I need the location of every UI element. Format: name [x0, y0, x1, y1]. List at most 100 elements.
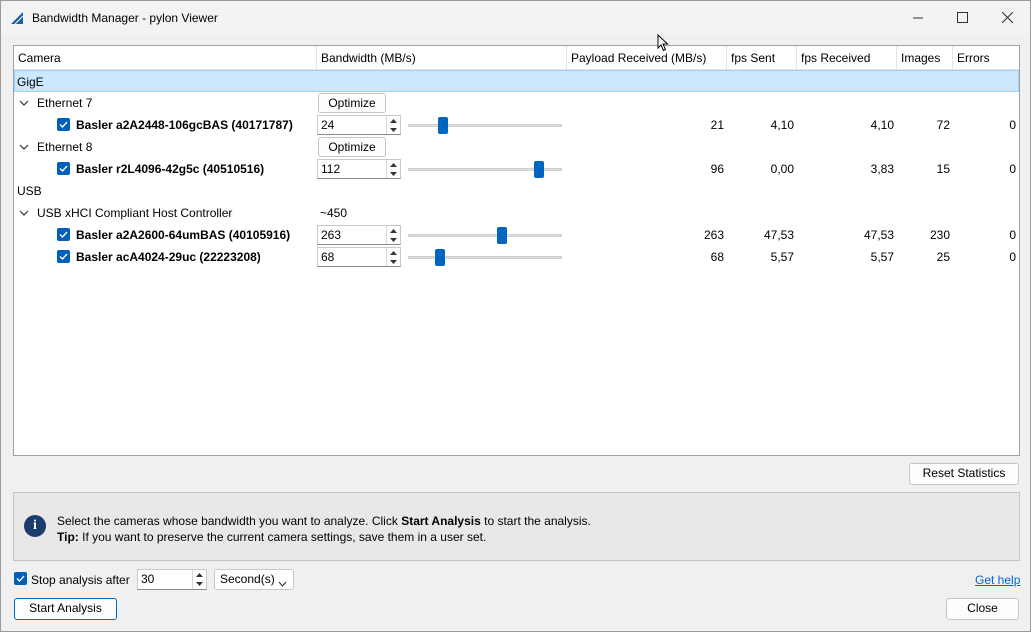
camera-checkbox[interactable] [57, 162, 70, 175]
bandwidth-slider[interactable] [408, 117, 562, 134]
slider-thumb[interactable] [437, 117, 448, 134]
adapter-row-usb-host-controller[interactable]: USB xHCI Compliant Host Controller ~450 [14, 202, 1019, 224]
bandwidth-value: 112 [321, 162, 341, 176]
spin-arrows[interactable] [386, 248, 400, 266]
payload-value: 21 [710, 118, 724, 132]
table-header: Camera Bandwidth (MB/s) Payload Received… [14, 46, 1019, 70]
spin-up-icon[interactable] [193, 570, 206, 579]
column-header-payload[interactable]: Payload Received (MB/s) [567, 46, 727, 70]
fps-received-value: 47,53 [863, 228, 894, 242]
fps-received-value: 3,83 [870, 162, 894, 176]
close-window-button[interactable] [984, 1, 1030, 34]
slider-thumb[interactable] [534, 161, 545, 178]
spin-down-icon[interactable] [387, 169, 400, 178]
title-bar: Bandwidth Manager - pylon Viewer [1, 1, 1030, 34]
camera-row[interactable]: Basler a2A2448-106gcBAS (40171787) 24 21… [14, 114, 1019, 136]
group-row-gige[interactable]: GigE [14, 70, 1019, 92]
spin-arrows[interactable] [386, 226, 400, 244]
window-title: Bandwidth Manager - pylon Viewer [32, 11, 218, 25]
tip-label: Tip: [57, 530, 79, 544]
minimize-button[interactable] [895, 1, 941, 34]
optimize-button[interactable]: Optimize [318, 93, 386, 113]
spin-arrows[interactable] [386, 160, 400, 178]
duration-spinbox[interactable]: 30 [137, 569, 207, 590]
spin-arrows[interactable] [192, 570, 206, 589]
adapter-row-ethernet-8[interactable]: Ethernet 8 Optimize [14, 136, 1019, 158]
column-header-fps-sent[interactable]: fps Sent [727, 46, 797, 70]
spin-down-icon[interactable] [387, 257, 400, 266]
chevron-down-icon[interactable] [17, 92, 31, 114]
tip-text: If you want to preserve the current came… [78, 530, 487, 544]
errors-value: 0 [1009, 162, 1016, 176]
duration-unit-select[interactable]: Second(s) [214, 569, 294, 590]
slider-thumb[interactable] [434, 249, 445, 266]
column-header-fps-received[interactable]: fps Received [797, 46, 897, 70]
get-help-link[interactable]: Get help [975, 573, 1020, 587]
reset-statistics-button[interactable]: Reset Statistics [909, 463, 1019, 485]
spin-down-icon[interactable] [387, 235, 400, 244]
spin-up-icon[interactable] [387, 226, 400, 235]
chevron-down-icon [278, 576, 287, 590]
errors-value: 0 [1009, 118, 1016, 132]
info-line-prefix: Select the cameras whose bandwidth you w… [57, 514, 402, 528]
group-row-usb[interactable]: USB [14, 180, 1019, 202]
images-value: 230 [929, 228, 950, 242]
spin-down-icon[interactable] [387, 125, 400, 134]
close-button[interactable]: Close [946, 598, 1019, 620]
bandwidth-slider[interactable] [408, 227, 562, 244]
payload-value: 96 [710, 162, 724, 176]
spin-up-icon[interactable] [387, 248, 400, 257]
column-header-bandwidth[interactable]: Bandwidth (MB/s) [317, 46, 567, 70]
bandwidth-slider[interactable] [408, 249, 562, 266]
bandwidth-spinbox[interactable]: 263 [317, 225, 401, 245]
maximize-button[interactable] [939, 1, 985, 34]
payload-value: 68 [710, 250, 724, 264]
chevron-down-icon[interactable] [17, 136, 31, 158]
bandwidth-value: 263 [321, 228, 342, 242]
info-line-suffix: to start the analysis. [480, 514, 591, 528]
start-analysis-label: Start Analysis [29, 601, 102, 615]
errors-value: 0 [1009, 228, 1016, 242]
duration-unit-value: Second(s) [220, 572, 275, 586]
camera-name: Basler a2A2600-64umBAS (40105916) [76, 228, 291, 242]
camera-row[interactable]: Basler a2A2600-64umBAS (40105916) 263 26… [14, 224, 1019, 246]
bandwidth-value: 24 [321, 118, 335, 132]
column-header-images[interactable]: Images [897, 46, 953, 70]
camera-row[interactable]: Basler acA4024-29uc (22223208) 68 68 5,5… [14, 246, 1019, 268]
adapter-label: Ethernet 8 [37, 140, 93, 154]
camera-name: Basler a2A2448-106gcBAS (40171787) [76, 118, 293, 132]
adapter-label: Ethernet 7 [37, 96, 93, 110]
bandwidth-slider[interactable] [408, 161, 562, 178]
spin-up-icon[interactable] [387, 116, 400, 125]
adapter-row-ethernet-7[interactable]: Ethernet 7 Optimize [14, 92, 1019, 114]
start-analysis-button[interactable]: Start Analysis [14, 598, 117, 620]
camera-checkbox[interactable] [57, 118, 70, 131]
column-header-camera[interactable]: Camera [14, 46, 317, 70]
stop-analysis-checkbox[interactable] [14, 572, 27, 585]
camera-row[interactable]: Basler r2L4096-42g5c (40510516) 112 96 0… [14, 158, 1019, 180]
group-label: USB [17, 184, 42, 198]
bandwidth-spinbox[interactable]: 112 [317, 159, 401, 179]
camera-bandwidth-table: Camera Bandwidth (MB/s) Payload Received… [13, 45, 1020, 456]
stop-analysis-label[interactable]: Stop analysis after [31, 573, 130, 587]
chevron-down-icon[interactable] [17, 202, 31, 224]
bandwidth-spinbox[interactable]: 24 [317, 115, 401, 135]
column-header-errors[interactable]: Errors [953, 46, 1019, 70]
spin-arrows[interactable] [386, 116, 400, 134]
bandwidth-value: 68 [321, 250, 335, 264]
fps-sent-value: 5,57 [770, 250, 794, 264]
slider-thumb[interactable] [496, 227, 507, 244]
spin-up-icon[interactable] [387, 160, 400, 169]
camera-name: Basler acA4024-29uc (22223208) [76, 250, 261, 264]
app-logo-icon [10, 11, 24, 25]
fps-sent-value: 47,53 [763, 228, 794, 242]
optimize-button[interactable]: Optimize [318, 137, 386, 157]
bandwidth-manager-window: Bandwidth Manager - pylon Viewer Camera … [0, 0, 1031, 632]
images-value: 15 [936, 162, 950, 176]
camera-name: Basler r2L4096-42g5c (40510516) [76, 162, 265, 176]
camera-checkbox[interactable] [57, 250, 70, 263]
camera-checkbox[interactable] [57, 228, 70, 241]
bandwidth-spinbox[interactable]: 68 [317, 247, 401, 267]
spin-down-icon[interactable] [193, 579, 206, 588]
fps-received-value: 4,10 [870, 118, 894, 132]
